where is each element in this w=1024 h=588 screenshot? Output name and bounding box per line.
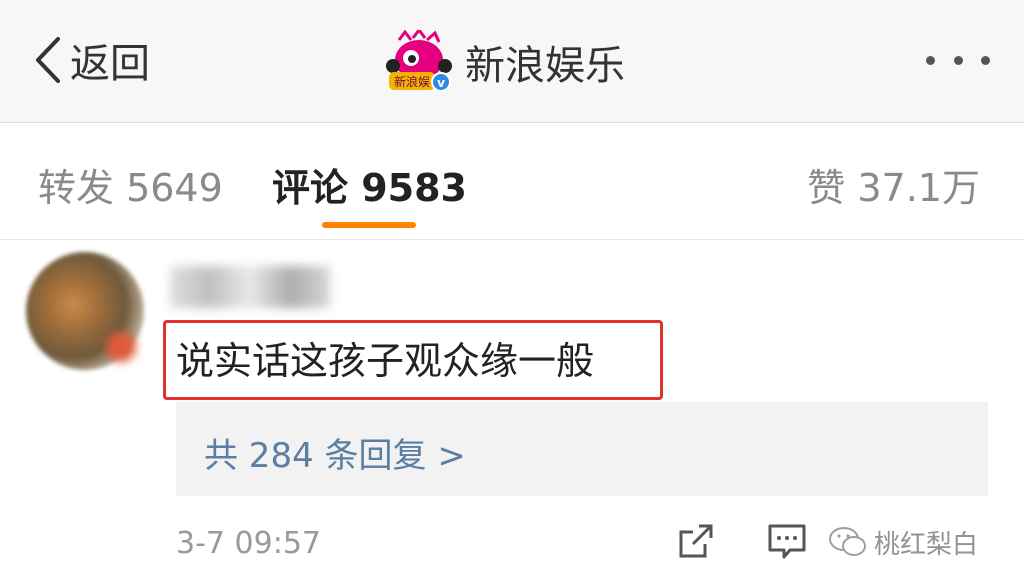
chevron-left-icon — [36, 37, 60, 83]
more-dot-icon — [953, 55, 963, 65]
verified-badge-icon: v — [437, 76, 445, 90]
active-tab-indicator — [322, 222, 416, 228]
replies-label: 共 284 条回复 > — [204, 436, 466, 476]
account-title[interactable]: 新浪娱 v 新浪娱乐 — [385, 27, 625, 94]
tab-likes[interactable]: 赞 37.1万 — [807, 157, 980, 212]
watermark-text: 桃红梨白 — [874, 529, 979, 560]
logo-text: 新浪娱 — [394, 74, 430, 89]
reply-button[interactable] — [766, 520, 808, 562]
share-icon — [679, 524, 713, 558]
tab-repost[interactable]: 转发 5649 — [38, 157, 223, 212]
back-label: 返回 — [70, 41, 150, 87]
watermark: 桃红梨白 — [828, 522, 978, 562]
wechat-icon — [829, 527, 866, 556]
sina-ent-logo: 新浪娱 v — [385, 27, 453, 94]
more-options-button[interactable] — [926, 40, 990, 80]
comment-timestamp: 3-7 09:57 — [176, 526, 321, 561]
comment-icon — [768, 524, 806, 559]
back-button[interactable]: 返回 — [30, 32, 150, 88]
share-button[interactable] — [675, 520, 717, 562]
more-dot-icon — [981, 55, 990, 65]
avatar[interactable] — [26, 252, 144, 370]
tab-comments[interactable]: 评论 9583 — [272, 157, 467, 212]
top-nav-bar: 返回 新浪娱 v 新浪娱乐 — [0, 0, 1024, 123]
comment-text: 说实话这孩子观众缘一般 — [176, 339, 595, 383]
replies-link[interactable]: 共 284 条回复 > — [176, 402, 988, 496]
more-dot-icon — [926, 55, 935, 65]
interaction-tabs: 转发 5649 评论 9583 赞 37.1万 — [0, 123, 1024, 240]
page-title: 新浪娱乐 — [465, 43, 625, 89]
username-blurred[interactable] — [170, 266, 330, 308]
